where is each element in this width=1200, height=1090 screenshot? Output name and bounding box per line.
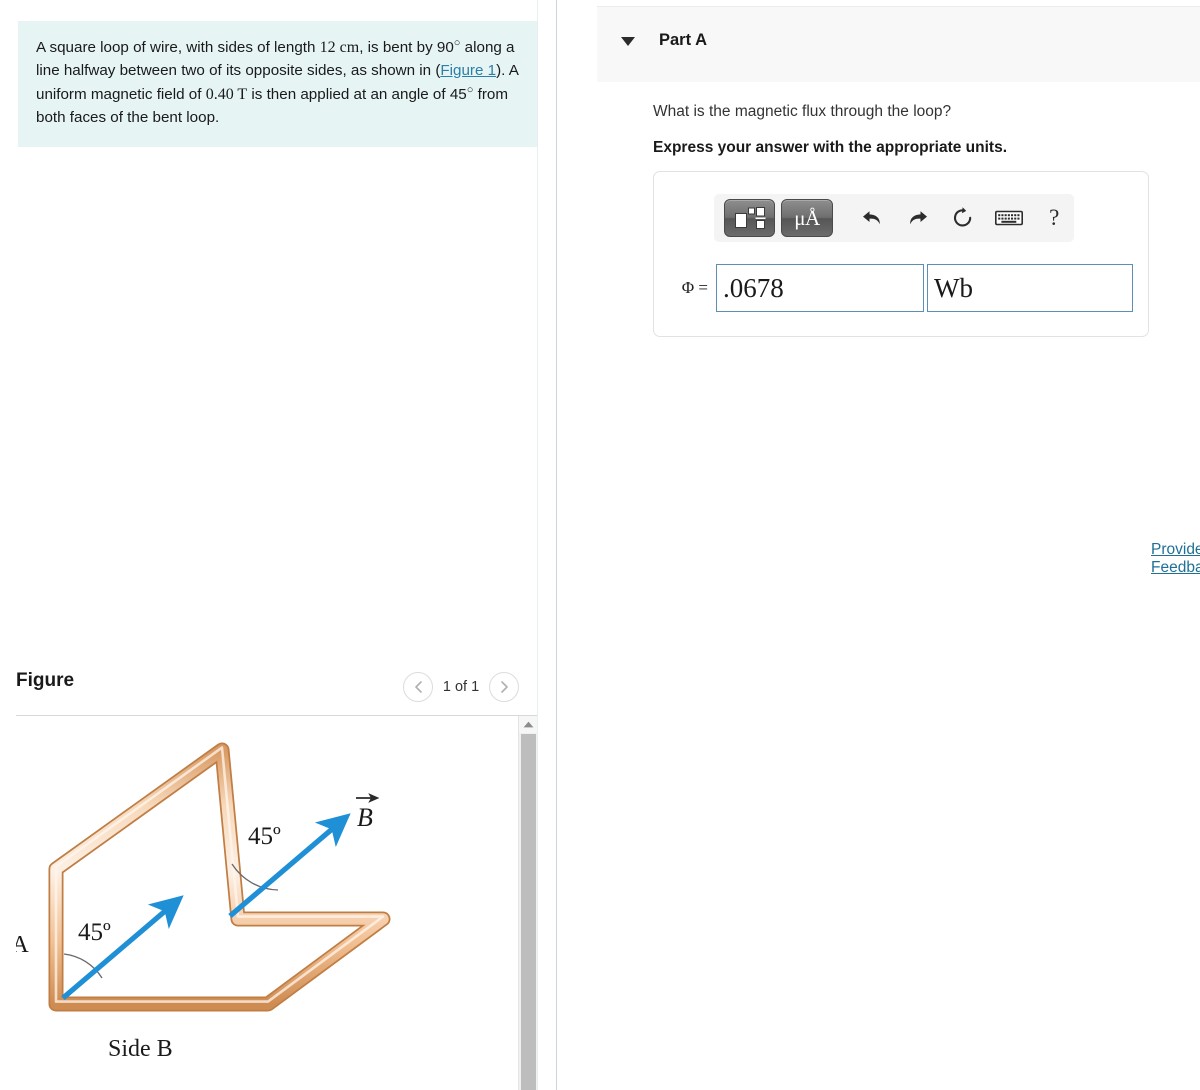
chevron-left-icon <box>414 681 422 693</box>
left-panel: A square loop of wire, with sides of len… <box>0 0 537 1090</box>
side-a-label: Side A <box>16 932 29 958</box>
angle-label-lower: 45º <box>78 919 111 946</box>
problem-text-segment: , is bent by <box>359 39 437 57</box>
scrollbar-thumb[interactable] <box>521 734 536 1090</box>
triangle-down-icon[interactable] <box>621 37 635 46</box>
page-root: A square loop of wire, with sides of len… <box>0 0 1200 1090</box>
triangle-up-icon <box>523 721 533 728</box>
figure-viewport: 45º Side A Side B 45º B <box>16 716 521 1090</box>
figure-scrollbar[interactable] <box>518 716 537 1090</box>
right-panel: Part A What is the magnetic flux through… <box>557 0 1200 1090</box>
panel-divider-inner <box>537 0 538 1090</box>
part-title: Part A <box>659 31 707 49</box>
undo-arrow-icon <box>863 211 881 225</box>
angle-label-upper: 45º <box>248 823 281 850</box>
length-value: 12 cm <box>319 39 360 57</box>
redo-button[interactable] <box>898 199 937 237</box>
keyboard-icon <box>994 210 1023 226</box>
help-button[interactable]: ? <box>1035 199 1074 237</box>
undo-button[interactable] <box>853 199 892 237</box>
bent-wire-loop-diagram: 45º Side A Side B 45º B <box>16 742 391 1062</box>
figure-next-button[interactable] <box>489 672 519 702</box>
phi-label: Φ = <box>681 278 708 297</box>
field-value: 0.40 T <box>205 85 248 103</box>
figure-title: Figure <box>16 670 75 691</box>
problem-text-segment: is then applied at an angle of <box>247 85 450 103</box>
reset-button[interactable] <box>944 199 983 237</box>
answer-toolbar: μÅ ? <box>714 194 1074 242</box>
math-template-icon <box>734 207 766 229</box>
redo-arrow-icon <box>909 211 927 225</box>
b-vector-letter: B <box>357 803 373 832</box>
b-vector-label: B <box>356 793 380 832</box>
keyboard-button[interactable] <box>989 199 1028 237</box>
answer-unit-input[interactable] <box>927 264 1133 312</box>
side-b-label: Side B <box>108 1036 173 1062</box>
question-text: What is the magnetic flux through the lo… <box>653 103 952 120</box>
problem-statement-box: A square loop of wire, with sides of len… <box>18 21 537 147</box>
figure-header: Figure 1 of 1 <box>16 668 537 714</box>
units-button[interactable]: μÅ <box>781 199 833 237</box>
math-template-button[interactable] <box>724 199 776 237</box>
micro-angstrom-units-icon: μÅ <box>794 205 820 230</box>
field-angle-value: 45 <box>449 85 467 103</box>
answer-value-input[interactable] <box>716 264 924 312</box>
magnetic-field-arrow-upper <box>228 813 351 918</box>
problem-statement-text: A square loop of wire, with sides of len… <box>36 35 519 129</box>
problem-text-segment: A square loop of wire, with sides of len… <box>36 39 320 57</box>
part-a-header[interactable]: Part A <box>597 6 1200 82</box>
figure-pager: 1 of 1 <box>403 672 519 702</box>
reset-circular-arrow-icon <box>954 207 972 227</box>
instruction-text: Express your answer with the appropriate… <box>653 139 1008 156</box>
question-mark-icon: ? <box>1049 205 1060 230</box>
angle-arc-lower <box>63 953 103 979</box>
provide-feedback-link[interactable]: Provide Feedback <box>1151 541 1200 577</box>
figure-1-link[interactable]: Figure 1 <box>440 62 496 79</box>
answer-input-row: Φ = <box>672 264 1133 312</box>
figure-page-indicator: 1 of 1 <box>442 679 480 695</box>
answer-entry-card: μÅ ? Φ = .0678 Wb <box>653 171 1149 337</box>
scroll-up-button[interactable] <box>519 716 537 733</box>
bend-angle-value: 90 <box>436 39 454 57</box>
chevron-right-icon <box>500 681 508 693</box>
figure-prev-button[interactable] <box>403 672 433 702</box>
